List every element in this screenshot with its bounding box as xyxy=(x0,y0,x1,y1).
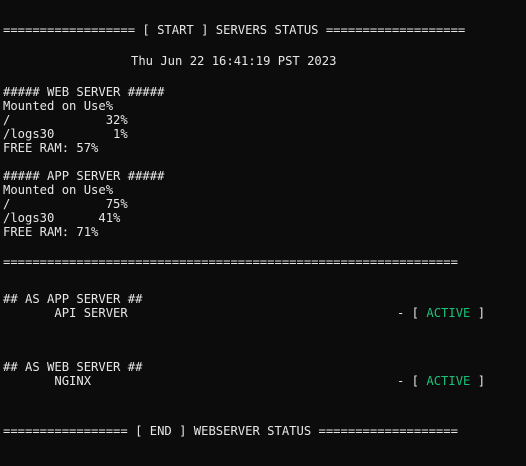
api-server-active-badge: ACTIVE xyxy=(426,306,471,320)
web-server-row-logs: /logs30 1% xyxy=(3,127,128,141)
start-banner: ================== [ START ] SERVERS STA… xyxy=(3,23,466,37)
as-app-server-header: ## AS APP SERVER ## xyxy=(3,292,143,306)
status-bracket-close: ] xyxy=(470,306,486,320)
section-divider: ========================================… xyxy=(3,255,458,269)
app-server-row-root: / 75% xyxy=(3,197,128,211)
web-server-row-root: / 32% xyxy=(3,113,128,127)
app-server-columns: Mounted on Use% xyxy=(3,183,114,197)
nginx-label: NGINX xyxy=(3,374,92,388)
api-server-status: - [ ACTIVE ] xyxy=(397,306,485,320)
app-server-free-ram: FREE RAM: 71% xyxy=(3,225,99,239)
api-server-label: API SERVER xyxy=(3,306,128,320)
end-banner: ================= [ END ] WEBSERVER STAT… xyxy=(3,424,458,438)
nginx-status: - [ ACTIVE ] xyxy=(397,374,485,388)
terminal-window[interactable]: ================== [ START ] SERVERS STA… xyxy=(0,0,526,466)
web-server-header: ##### WEB SERVER ##### xyxy=(3,85,165,99)
web-server-columns: Mounted on Use% xyxy=(3,99,114,113)
status-bracket-open: - [ xyxy=(397,374,427,388)
report-date: Thu Jun 22 16:41:19 PST 2023 xyxy=(131,54,337,68)
web-server-free-ram: FREE RAM: 57% xyxy=(3,141,99,155)
nginx-active-badge: ACTIVE xyxy=(426,374,471,388)
app-server-header: ##### APP SERVER ##### xyxy=(3,169,165,183)
app-server-row-logs: /logs30 41% xyxy=(3,211,121,225)
status-bracket-open: - [ xyxy=(397,306,427,320)
status-bracket-close: ] xyxy=(470,374,486,388)
as-web-server-header: ## AS WEB SERVER ## xyxy=(3,360,143,374)
